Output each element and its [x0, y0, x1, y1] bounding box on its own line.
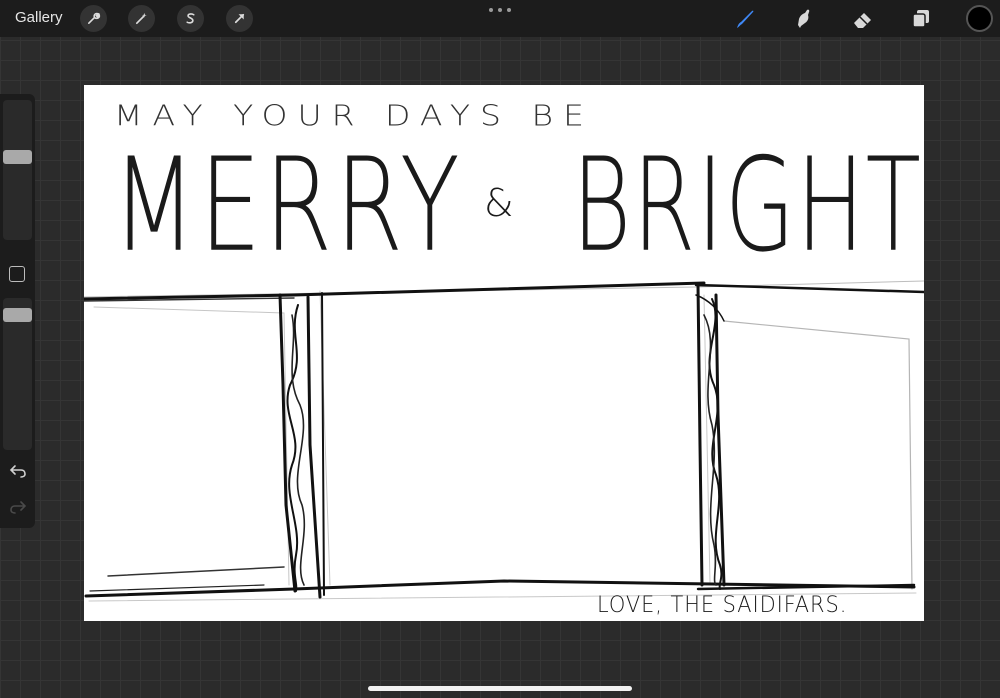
- greeting-merry: MERRY: [112, 130, 463, 281]
- eraser-icon: [854, 13, 871, 28]
- home-indicator[interactable]: [368, 686, 632, 691]
- layers-button[interactable]: [908, 6, 934, 32]
- top-toolbar: Gallery: [0, 0, 1000, 37]
- smudge-icon: [798, 9, 810, 28]
- transform-arrow-icon: [234, 13, 245, 24]
- opacity-thumb[interactable]: [3, 308, 32, 322]
- gallery-button[interactable]: Gallery: [15, 9, 63, 26]
- redo-icon: [10, 501, 27, 514]
- selection-button[interactable]: [177, 5, 204, 32]
- redo-button[interactable]: [8, 498, 28, 516]
- actions-wrench-button[interactable]: [80, 5, 107, 32]
- opacity-slider[interactable]: [3, 298, 32, 450]
- left-sidebar: [0, 94, 35, 528]
- color-picker-button[interactable]: [966, 5, 993, 32]
- wrench-icon: [88, 12, 101, 24]
- smudge-tool-button[interactable]: [791, 6, 817, 32]
- drawing-canvas[interactable]: MAY YOUR DAYS BE MERRY & BRIGHT LOVE, TH…: [84, 85, 924, 621]
- brush-icon: [737, 10, 754, 28]
- undo-icon: [9, 465, 26, 478]
- signature-text: LOVE, THE SAIDIFARS.: [597, 593, 848, 618]
- greeting-bright: BRIGHT: [572, 130, 923, 281]
- selection-s-icon: [186, 13, 195, 24]
- brush-size-thumb[interactable]: [3, 150, 32, 164]
- brush-tool-button[interactable]: [732, 6, 758, 32]
- adjustments-button[interactable]: [128, 5, 155, 32]
- greeting-ampersand: &: [484, 181, 514, 225]
- modify-button[interactable]: [9, 266, 25, 282]
- more-options-icon[interactable]: [489, 6, 511, 14]
- eraser-tool-button[interactable]: [850, 6, 876, 32]
- magic-wand-icon: [135, 12, 147, 25]
- brush-size-slider[interactable]: [3, 100, 32, 240]
- undo-button[interactable]: [8, 462, 28, 480]
- greeting-line-1: MAY YOUR DAYS BE: [114, 99, 594, 133]
- transform-button[interactable]: [226, 5, 253, 32]
- layers-icon: [912, 10, 929, 28]
